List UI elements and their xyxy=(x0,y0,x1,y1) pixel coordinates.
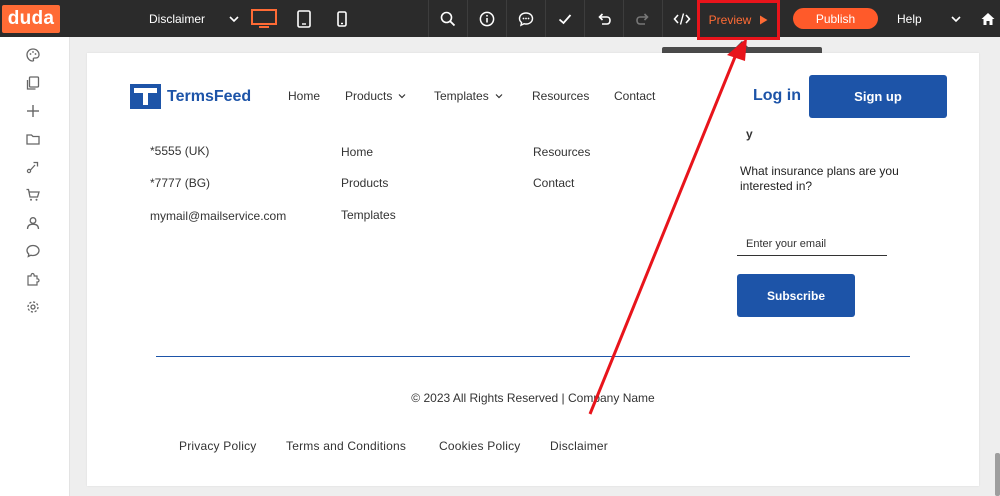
brand-name: TermsFeed xyxy=(167,87,252,105)
help-menu[interactable]: Help xyxy=(897,0,967,37)
search-icon xyxy=(440,11,455,26)
plus-icon xyxy=(27,105,39,117)
chevron-down-icon xyxy=(495,94,503,99)
termsfeed-logo-icon xyxy=(130,84,161,109)
site-canvas[interactable]: TermsFeed Home Products Templates Resour… xyxy=(87,53,979,486)
folder-icon xyxy=(26,134,40,145)
footer-link-templates[interactable]: Templates xyxy=(341,208,396,222)
scrollbar-thumb[interactable] xyxy=(995,453,1000,496)
code-icon xyxy=(672,12,691,25)
contact-phone-uk: *5555 (UK) xyxy=(150,144,210,158)
add-widget-button[interactable] xyxy=(25,103,41,119)
settings-button[interactable] xyxy=(25,299,41,315)
footer-link-resources[interactable]: Resources xyxy=(533,145,590,159)
contact-email[interactable]: mymail@mailservice.com xyxy=(150,209,286,223)
legal-link-terms[interactable]: Terms and Conditions xyxy=(286,439,406,453)
subscribe-button[interactable]: Subscribe xyxy=(737,274,855,317)
newsletter-question: What insurance plans are you interested … xyxy=(740,164,899,193)
redo-button[interactable] xyxy=(623,0,661,37)
nav-home[interactable]: Home xyxy=(288,89,320,103)
gear-icon xyxy=(27,301,39,313)
nav-home-label: Home xyxy=(288,89,321,103)
chat-icon xyxy=(26,244,40,258)
legal-link-privacy[interactable]: Privacy Policy xyxy=(179,439,256,453)
site-logo[interactable]: TermsFeed xyxy=(130,84,251,109)
nav-products-label: Products xyxy=(345,89,393,103)
cart-icon xyxy=(26,188,40,201)
contact-phone-bg: *7777 (BG) xyxy=(150,176,211,190)
flow-button[interactable] xyxy=(25,159,41,175)
info-button[interactable] xyxy=(467,0,505,37)
comment-icon xyxy=(518,11,533,26)
code-button[interactable] xyxy=(662,0,700,37)
puzzle-icon xyxy=(27,272,40,286)
tablet-view-button[interactable] xyxy=(284,0,324,37)
left-sidebar xyxy=(0,37,70,496)
undo-button[interactable] xyxy=(584,0,622,37)
mobile-view-button[interactable] xyxy=(322,0,362,37)
home-icon xyxy=(981,12,994,25)
legal-link-disclaimer[interactable]: Disclaimer xyxy=(550,439,608,453)
nav-contact[interactable]: Contact xyxy=(614,89,655,103)
desktop-view-button[interactable] xyxy=(244,0,284,37)
apps-button[interactable] xyxy=(25,271,41,287)
preview-button[interactable]: Preview xyxy=(697,0,780,40)
members-button[interactable] xyxy=(25,215,41,231)
publish-button[interactable]: Publish xyxy=(793,8,878,29)
search-button[interactable] xyxy=(428,0,466,37)
content-library-button[interactable] xyxy=(25,131,41,147)
duda-logo[interactable]: duda xyxy=(2,4,60,33)
editor-toolbar: duda Disclaimer Preview Publish Help xyxy=(0,0,1000,40)
page-selector[interactable]: Disclaimer xyxy=(141,0,245,37)
chevron-down-icon xyxy=(229,15,239,22)
email-field[interactable] xyxy=(737,233,887,256)
pages-icon xyxy=(26,76,40,90)
palette-icon xyxy=(26,48,40,62)
signup-button[interactable]: Sign up xyxy=(809,75,947,118)
design-button[interactable] xyxy=(25,47,41,63)
home-button[interactable] xyxy=(975,0,1000,37)
comments-button[interactable] xyxy=(506,0,544,37)
login-link[interactable]: Log in xyxy=(753,87,801,105)
info-icon xyxy=(479,11,494,26)
mobile-icon xyxy=(337,10,347,27)
tablet-icon xyxy=(297,9,311,28)
nav-resources[interactable]: Resources xyxy=(532,89,589,103)
desktop-icon xyxy=(251,8,277,28)
footer-divider xyxy=(156,356,910,357)
route-icon xyxy=(26,161,39,174)
preview-label: Preview xyxy=(708,13,752,27)
nav-contact-label: Contact xyxy=(614,89,656,103)
footer-link-home[interactable]: Home xyxy=(341,145,373,159)
checkmark-icon xyxy=(558,13,571,24)
footer-link-products[interactable]: Products xyxy=(341,176,388,190)
store-button[interactable] xyxy=(25,187,41,203)
chevron-down-icon xyxy=(951,15,961,22)
nav-templates[interactable]: Templates xyxy=(434,89,503,103)
copyright-text: © 2023 All Rights Reserved | Company Nam… xyxy=(411,391,655,405)
legal-link-cookies[interactable]: Cookies Policy xyxy=(439,439,521,453)
nav-templates-label: Templates xyxy=(434,89,489,103)
newsletter-heading-partial: y xyxy=(746,127,753,141)
pages-button[interactable] xyxy=(25,75,41,91)
nav-products[interactable]: Products xyxy=(345,89,406,103)
user-icon xyxy=(26,217,40,230)
page-selector-label: Disclaimer xyxy=(149,11,206,26)
help-label: Help xyxy=(897,11,922,26)
chevron-down-icon xyxy=(398,94,406,99)
check-button[interactable] xyxy=(545,0,583,37)
chat-button[interactable] xyxy=(25,243,41,259)
undo-icon xyxy=(597,12,611,25)
footer-link-contact[interactable]: Contact xyxy=(533,176,574,190)
play-icon xyxy=(760,15,768,25)
redo-icon xyxy=(635,12,649,25)
nav-resources-label: Resources xyxy=(532,89,590,103)
